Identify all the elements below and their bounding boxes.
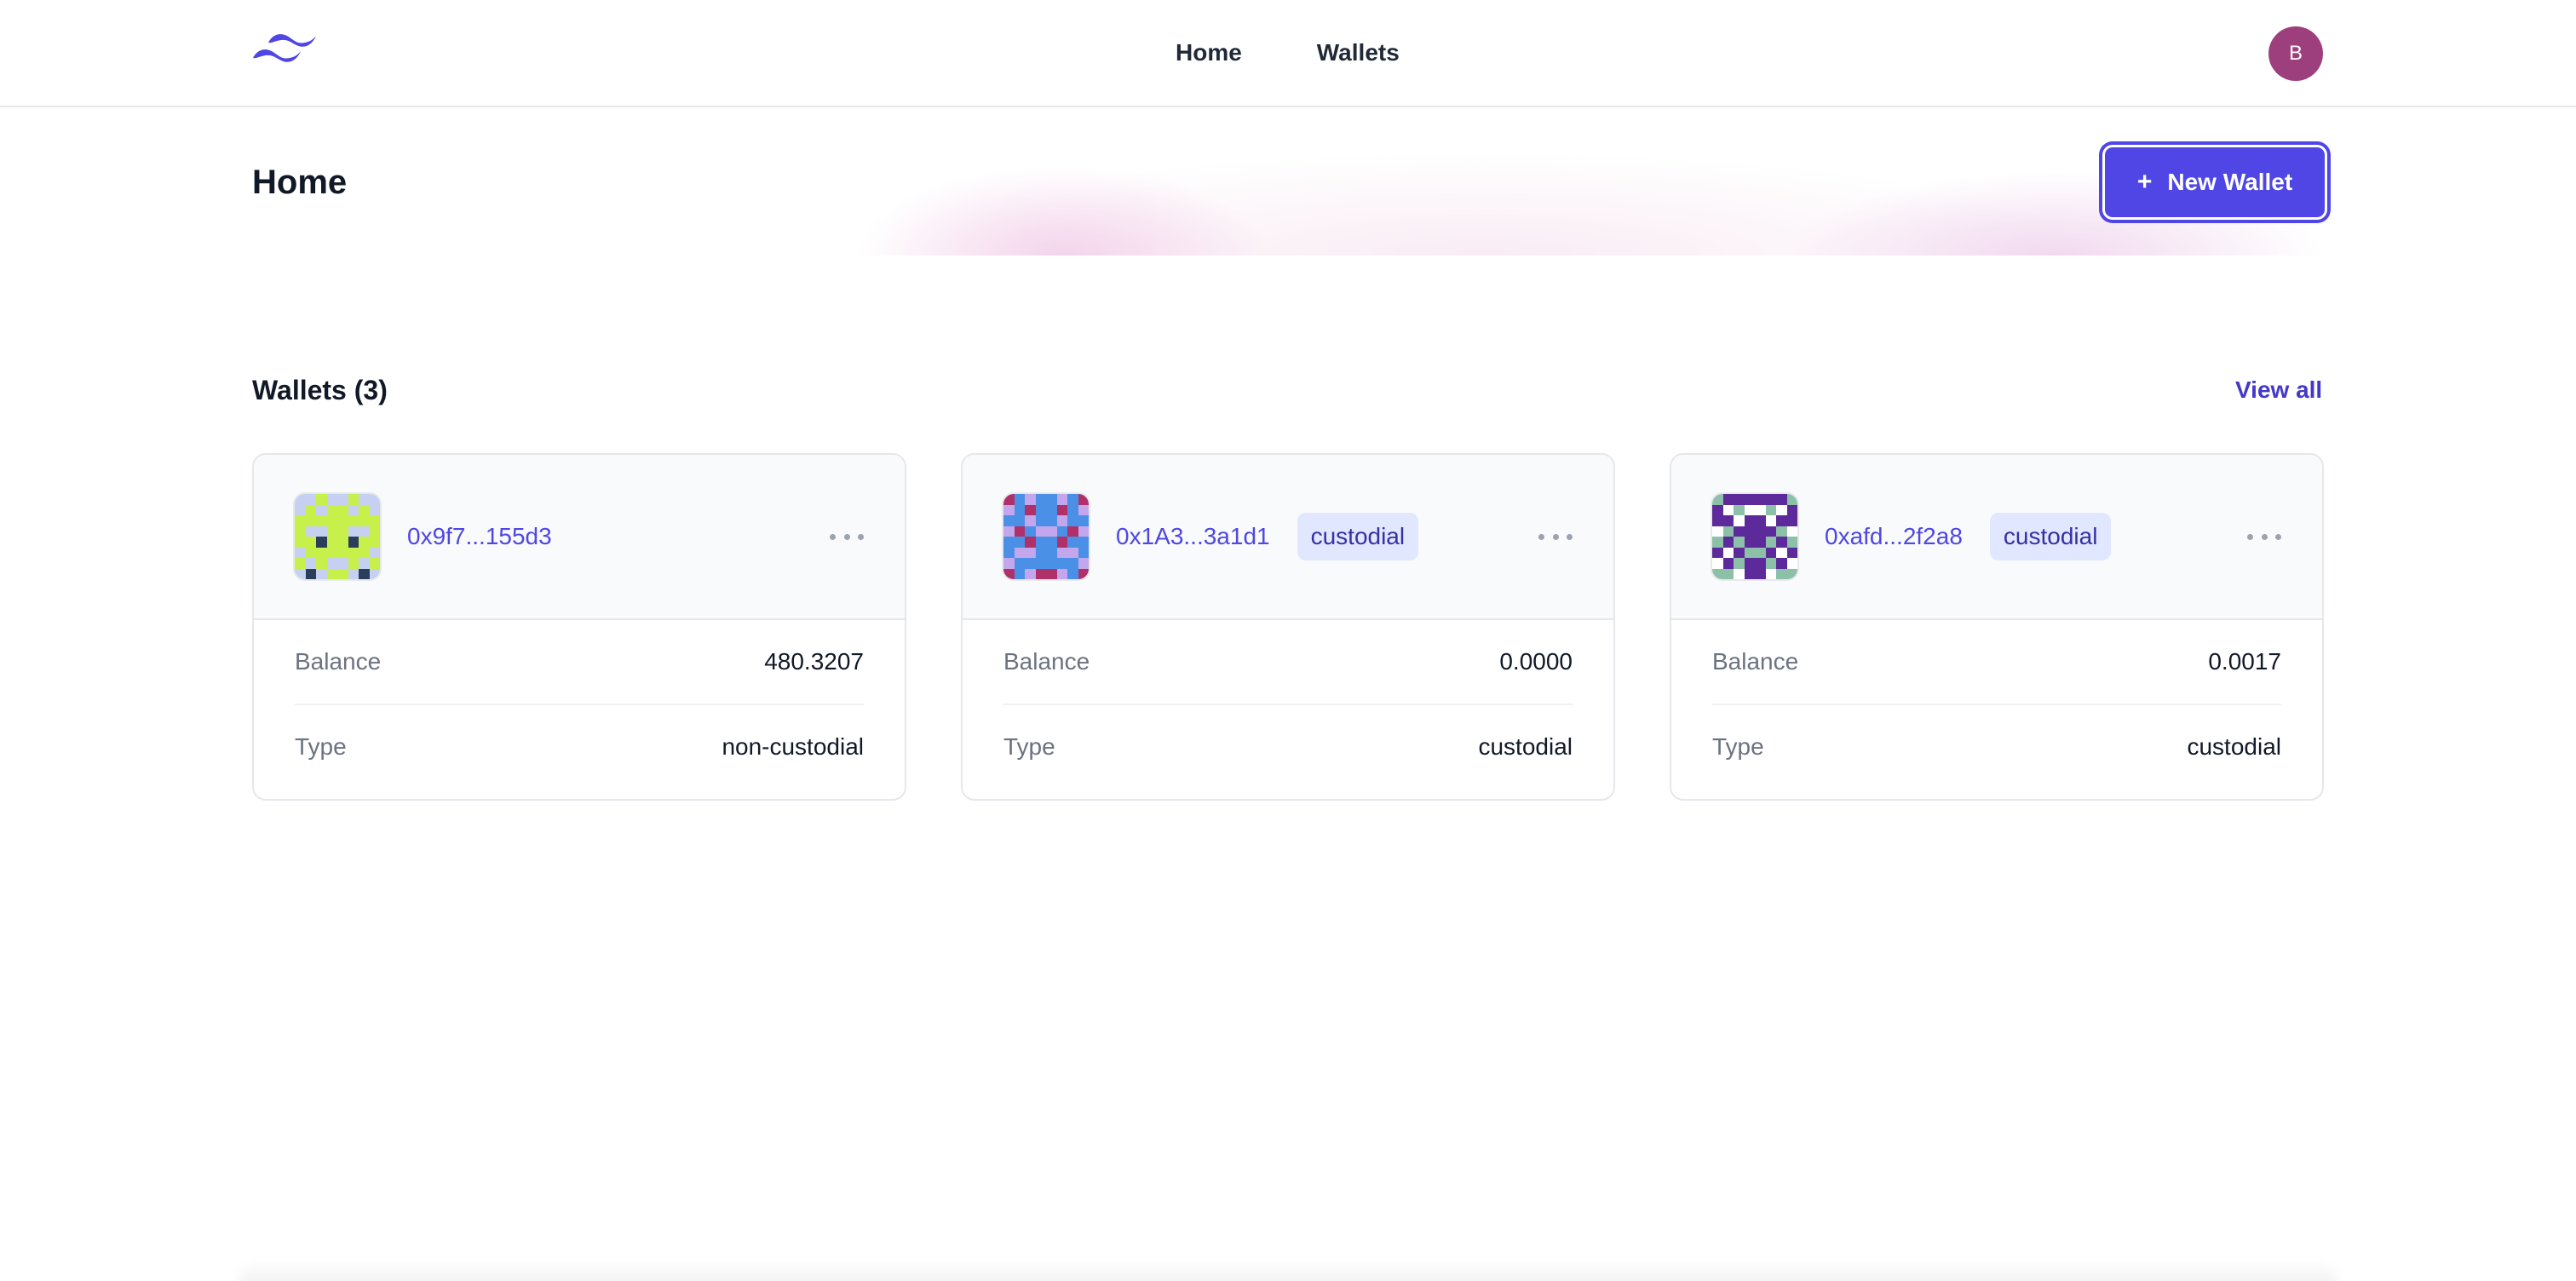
wallet-card-header: 0x9f7...155d3 — [254, 455, 905, 620]
balance-row: Balance 0.0017 — [1712, 620, 2281, 704]
type-row: Type non-custodial — [295, 704, 864, 789]
type-value: non-custodial — [722, 733, 864, 760]
wallet-card-body: Balance 0.0017 Type custodial — [1671, 620, 2322, 789]
type-label: Type — [1003, 733, 1055, 760]
wallet-address-link[interactable]: 0x1A3...3a1d1 — [1116, 520, 1270, 554]
balance-label: Balance — [295, 648, 382, 675]
nav-home[interactable]: Home — [1176, 34, 1242, 72]
wallet-identicon — [295, 494, 380, 579]
more-options-icon[interactable] — [830, 521, 864, 552]
more-options-icon[interactable] — [1538, 521, 1573, 552]
wallet-card-body: Balance 480.3207 Type non-custodial — [254, 620, 905, 789]
wallet-card: 0x9f7...155d3 Balance 480.3207 Type non-… — [252, 453, 906, 801]
wallet-card: 0x1A3...3a1d1 custodial Balance 0.0000 T… — [961, 453, 1615, 801]
custodial-badge: custodial — [1989, 513, 2112, 560]
wallet-card-header: 0xafd...2f2a8 custodial — [1671, 455, 2322, 620]
wallet-identicon — [1712, 494, 1797, 579]
wallet-identicon — [1003, 494, 1089, 579]
main-nav: Home Wallets — [1176, 34, 1400, 72]
wallets-heading: Wallets (3) — [252, 375, 388, 405]
new-wallet-button-label: New Wallet — [2167, 169, 2293, 195]
bottom-shadow-decoration — [239, 1259, 2337, 1281]
new-wallet-button[interactable]: + New Wallet — [2102, 145, 2327, 220]
balance-row: Balance 480.3207 — [295, 620, 864, 704]
wallet-card-body: Balance 0.0000 Type custodial — [963, 620, 1613, 789]
page: Home Wallets B Home + New Wallet Wallets… — [0, 0, 2576, 1281]
page-title: Home — [252, 164, 348, 201]
balance-label: Balance — [1712, 648, 1799, 675]
type-row: Type custodial — [1712, 704, 2281, 789]
top-navbar: Home Wallets B — [0, 0, 2576, 107]
user-avatar[interactable]: B — [2268, 26, 2323, 81]
tailwind-logo-icon[interactable] — [252, 32, 317, 73]
balance-row: Balance 0.0000 — [1003, 620, 1573, 704]
type-label: Type — [295, 733, 347, 760]
wallet-address-link[interactable]: 0x9f7...155d3 — [407, 520, 552, 554]
wallet-address-link[interactable]: 0xafd...2f2a8 — [1825, 520, 1963, 554]
type-value: custodial — [1478, 733, 1573, 760]
view-all-link[interactable]: View all — [2235, 371, 2322, 409]
balance-value: 480.3207 — [764, 648, 864, 675]
wallet-card-header: 0x1A3...3a1d1 custodial — [963, 455, 1613, 620]
type-label: Type — [1712, 733, 1764, 760]
type-row: Type custodial — [1003, 704, 1573, 789]
more-options-icon[interactable] — [2247, 521, 2281, 552]
balance-value: 0.0017 — [2208, 648, 2281, 675]
plus-icon: + — [2136, 168, 2153, 196]
wallet-card: 0xafd...2f2a8 custodial Balance 0.0017 T… — [1670, 453, 2324, 801]
balance-value: 0.0000 — [1499, 648, 1573, 675]
nav-wallets[interactable]: Wallets — [1317, 34, 1400, 72]
balance-label: Balance — [1003, 648, 1090, 675]
custodial-badge: custodial — [1297, 513, 1419, 560]
type-value: custodial — [2187, 733, 2281, 760]
